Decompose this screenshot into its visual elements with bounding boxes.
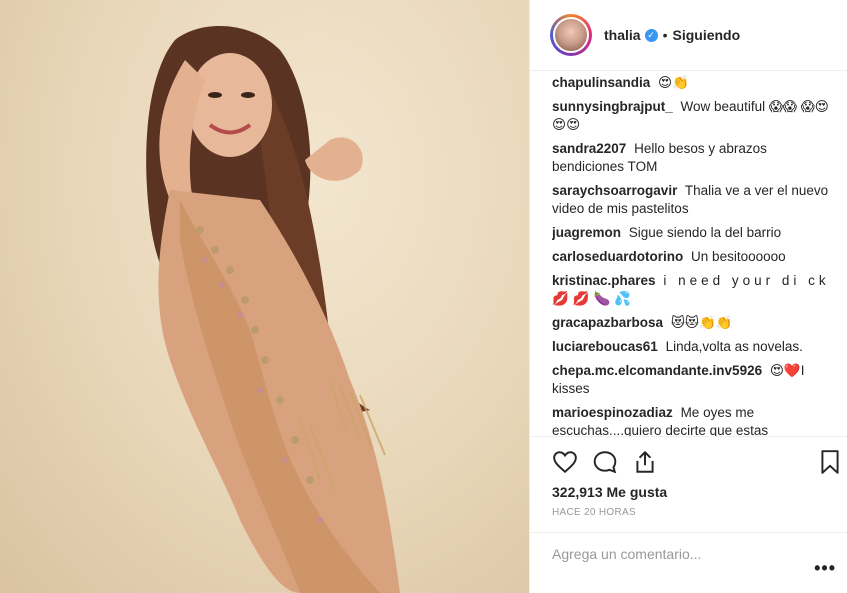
following-button[interactable]: Siguiendo — [672, 27, 740, 43]
likes-count[interactable]: 322,913 Me gusta — [552, 484, 667, 500]
comment-text: 😍👏 — [658, 75, 689, 90]
comment-username[interactable]: kristinac.phares — [552, 273, 656, 288]
heart-icon[interactable] — [552, 449, 578, 475]
comment-text: Sigue siendo la del barrio — [628, 225, 782, 240]
comment-item: kristinac.phares i need your di ck💋💋🍆💦 — [552, 272, 832, 308]
comment-item: gracapazbarbosa 😻😻👏👏 — [552, 314, 832, 332]
post-photo-illustration — [146, 26, 400, 593]
comment-username[interactable]: luciareboucas61 — [552, 339, 658, 354]
comments-list[interactable]: chapulinsandia 😍👏 sunnysingbrajput_ Wow … — [552, 71, 832, 436]
comment-text: Linda,volta as novelas. — [665, 339, 803, 354]
post-timestamp[interactable]: HACE 20 HORAS — [552, 507, 636, 518]
comment-item: chapulinsandia 😍👏 — [552, 74, 832, 92]
comment-item: chepa.mc.elcomandante.inv5926 😍❤️I kisse… — [552, 362, 832, 398]
comment-username[interactable]: chepa.mc.elcomandante.inv5926 — [552, 363, 762, 378]
post-header: thalia ✓ • Siguiendo — [530, 0, 847, 71]
post-detail-panel: thalia ✓ • Siguiendo chapulinsandia 😍👏 s… — [529, 0, 847, 593]
comment-text: Un besitoooooo — [691, 249, 786, 264]
comment-username[interactable]: marioespinozadiaz — [552, 405, 673, 420]
post-username[interactable]: thalia — [604, 27, 641, 43]
comment-item: sandra2207 Hello besos y abrazos bendici… — [552, 140, 832, 176]
bookmark-icon[interactable] — [817, 449, 843, 475]
comment-item: luciareboucas61 Linda,volta as novelas. — [552, 338, 832, 356]
comment-item: carloseduardotorino Un besitoooooo — [552, 248, 832, 266]
comment-username[interactable]: chapulinsandia — [552, 75, 650, 90]
separator-dot: • — [662, 27, 668, 43]
more-options-icon[interactable]: ••• — [814, 558, 836, 579]
comment-item: saraychsoarrogavir Thalia ve a ver el nu… — [552, 182, 832, 218]
post-photo[interactable] — [0, 0, 529, 593]
comment-username[interactable]: sandra2207 — [552, 141, 626, 156]
comment-item: juagremon Sigue siendo la del barrio — [552, 224, 832, 242]
comment-username[interactable]: saraychsoarrogavir — [552, 183, 677, 198]
comment-item: sunnysingbrajput_ Wow beautiful 😱😱 😱😍😍😍 — [552, 98, 832, 134]
comment-input[interactable] — [552, 545, 772, 563]
comment-username[interactable]: sunnysingbrajput_ — [552, 99, 673, 114]
avatar-story-ring[interactable] — [550, 14, 592, 56]
add-comment-bar: ••• — [530, 532, 847, 593]
comment-icon[interactable] — [592, 449, 618, 475]
comment-username[interactable]: juagremon — [552, 225, 621, 240]
verified-badge-icon: ✓ — [644, 28, 658, 42]
comment-item: marioespinozadiaz Me oyes me escuchas...… — [552, 404, 832, 436]
share-icon[interactable] — [632, 449, 658, 475]
comment-text: 😻😻👏👏 — [670, 315, 733, 330]
post-actions-bar — [530, 436, 847, 484]
comment-username[interactable]: carloseduardotorino — [552, 249, 683, 264]
comment-username[interactable]: gracapazbarbosa — [552, 315, 663, 330]
avatar[interactable] — [553, 17, 589, 53]
